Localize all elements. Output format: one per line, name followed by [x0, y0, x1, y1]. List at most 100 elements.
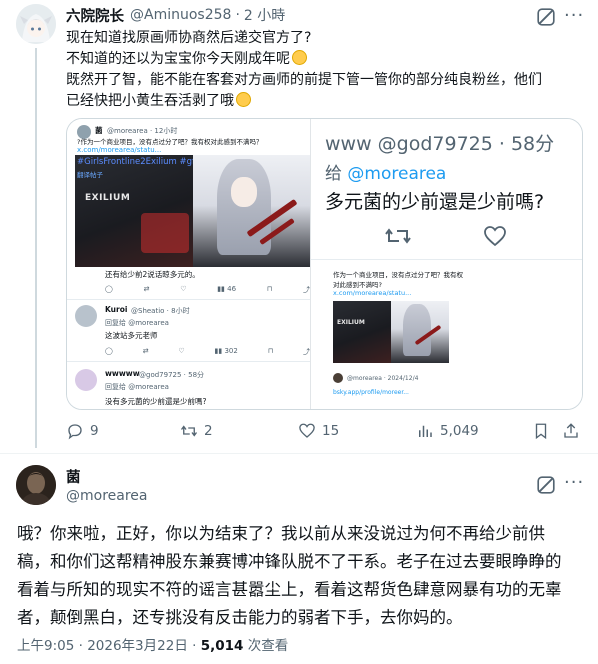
bookmark-icon: [535, 423, 547, 440]
focus-tweet-meta: 上午9:05 · 2026年3月22日 · 5,014 次查看: [17, 634, 288, 654]
reply-action-bar: 9 2 15 5,049: [66, 420, 582, 446]
reply-author-name[interactable]: 六院院长: [66, 5, 124, 26]
reply-tweet-header: 六院院长 @Aminuos258 · 2 小時: [66, 5, 285, 25]
zoomed-handle-line: www @god79725 · 58分: [325, 133, 555, 155]
thread-connector-line: [35, 48, 37, 448]
mini-reply1-replying: 回复给 @morearea: [105, 319, 169, 327]
mini-share-icon: ⤴: [303, 348, 310, 356]
mini-bottom-text: 还有给少前2说话晾多元的。: [105, 270, 200, 279]
mini-hashtags: #GirlsFrontline2Exilium #gfl2: [77, 157, 203, 167]
mini-views-stat: ▮▮ 46: [217, 285, 237, 293]
zoomed-mini-footer-name: @morearea · 2024/12/4: [347, 375, 419, 382]
focus-text-line: 看着与所知的现实不符的谣言甚嚣尘上，看着这帮货色肆意网暴有功的无辜: [17, 580, 562, 599]
reply-tweet-text: 现在知道找原画师协商然后递交官方了? 不知道的还以为宝宝你今天刚成年呢 既然开了…: [66, 28, 576, 112]
grok-icon[interactable]: [535, 6, 557, 28]
mini-avatar-kuroi: [75, 305, 97, 327]
mini-reply2-text: 没有多元菌的少前還是少前嗎?: [105, 397, 207, 406]
retweet-button[interactable]: 2: [180, 422, 213, 440]
focus-tweet-text: 哦？你来啦，正好，你以为结束了？我以前从来没说过为何不再给少前供 稿，和你们这帮…: [17, 520, 589, 632]
zoomed-question: 多元菌的少前還是少前嗎?: [325, 191, 545, 213]
focus-text-line: 稿，和你们这帮精神股东兼赛博冲锋队脱不了干系。老子在过去要眼睁睁的: [17, 552, 562, 571]
reply-text-line-2: 不知道的还以为宝宝你今天刚成年呢: [66, 49, 576, 70]
reply-text-line: 已经快把小黄生吞活剥了哦: [66, 93, 234, 109]
header-separator: ·: [235, 7, 240, 23]
mini-reply2-handle: @god79725 · 58分: [139, 371, 205, 379]
art-red-accent: [141, 213, 189, 253]
mini-reply-icon: ◯: [105, 285, 113, 293]
share-button[interactable]: [562, 422, 586, 440]
zoomed-retweet-icon: [385, 228, 411, 244]
focus-timestamp[interactable]: 上午9:05 · 2026年3月22日: [17, 638, 188, 654]
mini-line: ?作为一个商业项目，没有点过分了吧？我有权对此感到不满吗？: [77, 138, 263, 146]
reply-text-line: 现在知道找原画师协商然后递交官方了?: [66, 30, 312, 46]
mini-bookmark-icon: ⊓: [267, 347, 274, 355]
zoomed-replying-handle: @morearea: [347, 164, 447, 184]
focus-text-line: 者，颠倒黑白，还专挑没有反击能力的弱者下手，去你妈的。: [17, 608, 463, 627]
reply-text-line: 既然开了智，能不能在客套对方画师的前提下管一管你的部分纯良粉丝，他们: [66, 72, 542, 88]
kissing-heart-emoji: [236, 92, 251, 107]
reply-author-handle[interactable]: @Aminuos258: [130, 7, 231, 23]
bookmark-button[interactable]: [532, 422, 556, 440]
mini-like-icon: ♡: [180, 285, 187, 293]
mini-action-row: ◯ ⇄ ♡ ▮▮ 46 ⊓ ⤴: [105, 285, 310, 295]
focus-author-handle[interactable]: @morearea: [66, 488, 147, 504]
focus-text-line: 哦？你来啦，正好，你以为结束了？我以前从来没说过为何不再给少前供: [17, 524, 545, 543]
mini-reply1-handle: @Sheatio · 8小时: [131, 307, 190, 315]
focus-views-label: 次查看: [247, 638, 289, 654]
attached-image[interactable]: 菌 @morearea · 12小时 ?作为一个商业项目，没有点过分了吧？我有权…: [66, 118, 583, 410]
mini-avatar-wwwww: [75, 369, 97, 391]
mini-divider: [67, 361, 310, 362]
zoomed-character-hair: [403, 304, 431, 356]
mini-retweet-icon: ⇄: [143, 285, 150, 293]
mini-reply2-name: wwwww: [105, 369, 140, 378]
zoomed-mini-line: 对此感到不满吗?: [333, 281, 382, 289]
focus-author-name[interactable]: 菌: [66, 466, 81, 487]
tweet-divider: [0, 453, 598, 454]
like-count: 15: [322, 423, 340, 439]
heart-icon: [299, 423, 315, 438]
more-horizontal-icon[interactable]: ···: [564, 472, 584, 493]
retweet-count: 2: [204, 423, 213, 439]
zoomed-mini-avatar: [333, 373, 343, 383]
screenshot-left: 菌 @morearea · 12小时 ?作为一个商业项目，没有点过分了吧？我有权…: [67, 119, 311, 409]
mini-divider: [67, 299, 310, 300]
reply-count: 9: [90, 423, 99, 439]
mini-like-icon: ♡: [178, 347, 185, 355]
zoomed-replying-line: 给 @morearea: [325, 159, 446, 184]
analytics-icon: [419, 425, 432, 437]
zoomed-mini-link: x.com/morearea/statu...: [333, 289, 412, 297]
zoomed-like-icon: [484, 226, 506, 247]
mini-reply1-name: Kuroi: [105, 305, 128, 314]
views-count: 5,049: [440, 423, 479, 439]
mini-views-stat: ▮▮ 302: [214, 347, 238, 355]
mini-views-count: 302: [224, 347, 238, 355]
retweet-icon: [180, 425, 198, 437]
more-horizontal-icon[interactable]: ···: [564, 5, 584, 26]
reply-text-line-4: 已经快把小黄生吞活剥了哦: [66, 91, 576, 112]
views-button[interactable]: 5,049: [416, 422, 479, 440]
focus-views-count: 5,014: [200, 638, 244, 654]
like-button[interactable]: 15: [298, 422, 339, 440]
zoomed-divider: [311, 259, 582, 260]
reply-time[interactable]: 2 小時: [244, 5, 285, 25]
mini-reply1-text: 这波站多元老师: [105, 331, 158, 340]
mini-action-row: ◯ ⇄ ♡ ▮▮ 302 ⊓ ⤴: [105, 347, 310, 357]
mini-reply-icon: ◯: [105, 347, 113, 355]
grok-icon[interactable]: [535, 474, 557, 496]
mini-translate: 翻译帖子: [77, 171, 103, 179]
mini-author: 菌: [95, 126, 103, 135]
mini-handle: @morearea · 12小时: [107, 127, 178, 135]
zoomed-art-dark: [333, 301, 391, 363]
screenshot-right: www @god79725 · 58分 给 @morearea 多元菌的少前還是…: [311, 119, 582, 409]
reply-author-avatar[interactable]: [16, 4, 56, 44]
mini-retweet-icon: ⇄: [142, 347, 149, 355]
focus-author-avatar[interactable]: [16, 465, 56, 505]
zoomed-replying-prefix: 给: [325, 164, 342, 184]
character-face: [231, 177, 257, 207]
zoomed-exilium-logo: EXILIUM: [337, 319, 365, 326]
pleading-face-emoji: [292, 50, 307, 65]
mini-link: x.com/morearea/statu...: [77, 146, 162, 154]
zoomed-mini-line: 作为一个商业项目，没有点过分了吧？我有权: [333, 271, 463, 279]
exilium-logo: EXILIUM: [85, 193, 131, 203]
reply-button[interactable]: 9: [66, 422, 99, 440]
